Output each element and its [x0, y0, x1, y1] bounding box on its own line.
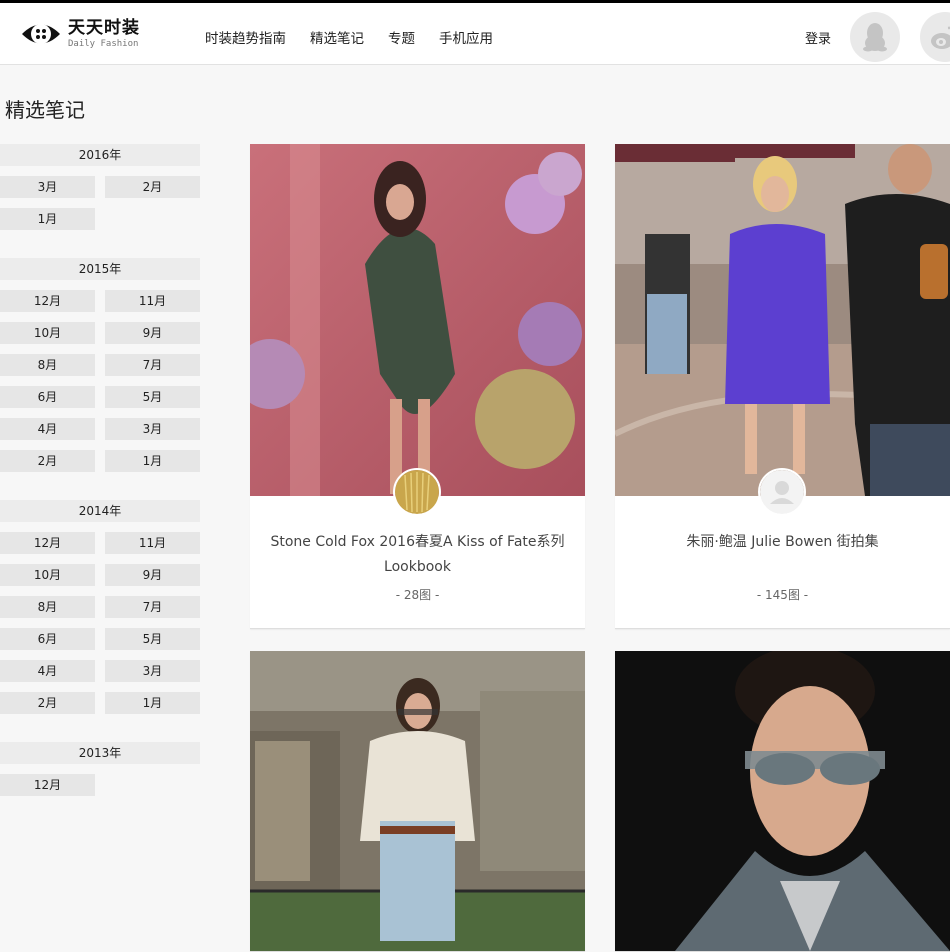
archive-sidebar: 2016年 3月 2月 1月 2015年 12月 11月 10月 9月 8月 7…	[0, 144, 200, 824]
card-cover-image[interactable]	[250, 144, 585, 496]
month-link[interactable]: 1月	[0, 208, 95, 230]
month-link[interactable]: 10月	[0, 322, 95, 344]
author-avatar[interactable]	[758, 468, 806, 516]
fashion-photo-image	[250, 144, 585, 496]
street-photo-image	[615, 144, 950, 496]
author-avatar[interactable]	[393, 468, 441, 516]
page-title: 精选笔记	[5, 98, 85, 122]
nav-trend-guide[interactable]: 时装趋势指南	[205, 27, 286, 47]
site-header: 天天时装 Daily Fashion 时装趋势指南 精选笔记 专题 手机应用 登…	[0, 3, 950, 65]
month-link[interactable]: 12月	[0, 290, 95, 312]
month-link[interactable]: 7月	[105, 354, 200, 376]
card-cover-image[interactable]	[250, 651, 585, 951]
month-link[interactable]: 4月	[0, 418, 95, 440]
login-link[interactable]: 登录	[805, 28, 831, 47]
month-link[interactable]: 11月	[105, 290, 200, 312]
default-user-avatar-icon	[760, 470, 804, 514]
nav-selected-notes[interactable]: 精选笔记	[310, 27, 364, 47]
logo-title: 天天时装	[68, 18, 140, 38]
card-title[interactable]: 朱丽·鲍温 Julie Bowen 街拍集	[615, 530, 950, 580]
gold-avatar-icon	[395, 470, 439, 514]
site-logo[interactable]: 天天时装 Daily Fashion	[20, 17, 140, 51]
note-card[interactable]	[250, 651, 585, 952]
month-link[interactable]: 2月	[105, 176, 200, 198]
month-link[interactable]: 9月	[105, 564, 200, 586]
year-header[interactable]: 2014年	[0, 500, 200, 522]
month-link[interactable]: 5月	[105, 386, 200, 408]
eye-logo-icon	[22, 24, 60, 44]
year-block-2013: 2013年 12月	[0, 742, 200, 806]
card-cover-image[interactable]	[615, 651, 950, 951]
month-link[interactable]: 9月	[105, 322, 200, 344]
month-link[interactable]: 8月	[0, 354, 95, 376]
main-nav: 时装趋势指南 精选笔记 专题 手机应用	[205, 27, 517, 47]
note-card[interactable]: 朱丽·鲍温 Julie Bowen 街拍集 - 145图 -	[615, 144, 950, 629]
card-photo-count: - 145图 -	[756, 588, 809, 602]
month-link[interactable]: 8月	[0, 596, 95, 618]
card-title[interactable]: Stone Cold Fox 2016春夏A Kiss of Fate系列 Lo…	[250, 530, 585, 580]
card-cover-image[interactable]	[615, 144, 950, 496]
year-block-2016: 2016年 3月 2月 1月	[0, 144, 200, 240]
nav-mobile-app[interactable]: 手机应用	[439, 27, 493, 47]
month-link[interactable]: 11月	[105, 532, 200, 554]
month-link[interactable]: 4月	[0, 660, 95, 682]
month-link[interactable]: 5月	[105, 628, 200, 650]
month-link[interactable]: 2月	[0, 450, 95, 472]
model-photo-image	[615, 651, 950, 951]
month-link[interactable]: 12月	[0, 774, 95, 796]
note-card[interactable]: Stone Cold Fox 2016春夏A Kiss of Fate系列 Lo…	[250, 144, 585, 629]
month-link[interactable]: 1月	[105, 450, 200, 472]
month-link[interactable]: 12月	[0, 532, 95, 554]
year-header[interactable]: 2013年	[0, 742, 200, 764]
month-link[interactable]: 6月	[0, 386, 95, 408]
month-link[interactable]: 3月	[105, 660, 200, 682]
card-photo-count: - 28图 -	[395, 588, 440, 602]
weibo-icon	[931, 26, 950, 49]
year-block-2014: 2014年 12月 11月 10月 9月 8月 7月 6月 5月 4月 3月 2…	[0, 500, 200, 724]
weibo-login-button[interactable]	[920, 12, 950, 62]
qq-icon	[863, 23, 887, 52]
fashion-photo-image	[250, 651, 585, 951]
month-link[interactable]: 2月	[0, 692, 95, 714]
year-header[interactable]: 2016年	[0, 144, 200, 166]
month-link[interactable]: 1月	[105, 692, 200, 714]
year-block-2015: 2015年 12月 11月 10月 9月 8月 7月 6月 5月 4月 3月 2…	[0, 258, 200, 482]
logo-subtitle: Daily Fashion	[68, 39, 139, 49]
month-link[interactable]: 3月	[105, 418, 200, 440]
month-link[interactable]: 6月	[0, 628, 95, 650]
month-link[interactable]: 7月	[105, 596, 200, 618]
note-card[interactable]	[615, 651, 950, 952]
nav-topics[interactable]: 专题	[388, 27, 415, 47]
month-link[interactable]: 10月	[0, 564, 95, 586]
year-header[interactable]: 2015年	[0, 258, 200, 280]
month-link[interactable]: 3月	[0, 176, 95, 198]
qq-login-button[interactable]	[850, 12, 900, 62]
